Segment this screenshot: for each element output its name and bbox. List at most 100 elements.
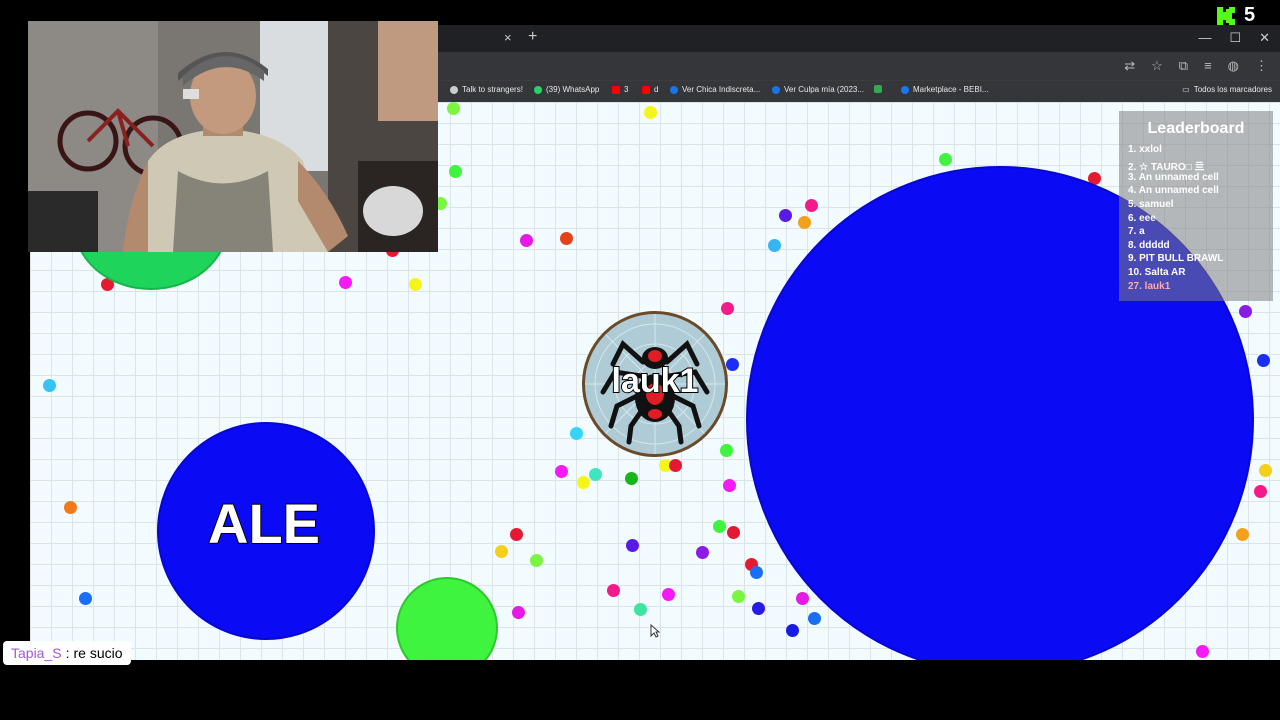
food-pellet [779,209,792,222]
food-pellet [1239,305,1252,318]
whatsapp-icon [534,85,542,94]
leaderboard-self-entry: 27. lauk1 [1128,281,1171,292]
food-pellet [1259,464,1272,477]
bookmarks-bar: Talk to strangers! (39) WhatsApp 3 d Ver… [438,80,1280,103]
chat-message: Tapia_S : re sucio [3,641,131,665]
food-pellet [520,234,533,247]
leaderboard-entry: 3. An unnamed cell [1128,172,1219,183]
leaderboard: Leaderboard 1. xxlol 2. ☆ TAURO□ 亖 3. An… [1119,111,1273,301]
food-pellet [64,501,77,514]
food-pellet [727,526,740,539]
leaderboard-entry: 10. Salta AR [1128,267,1186,278]
food-pellet [750,566,763,579]
webcam-image [28,21,438,252]
food-pellet [449,165,462,178]
maximize-button[interactable]: ☐ [1229,30,1241,46]
food-pellet [339,276,352,289]
chat-username: Tapia_S [11,645,62,661]
all-bookmarks-folder[interactable]: ▭ Todos los marcadores [1182,85,1272,94]
food-pellet [723,479,736,492]
leaderboard-entry: 1. xxlol [1128,144,1162,155]
food-pellet [607,584,620,597]
site-icon [772,85,780,94]
food-pellet [447,102,460,115]
food-pellet [1257,354,1270,367]
bookmark-item[interactable]: d [642,85,658,94]
bookmark-item[interactable]: Marketplace - BEBI... [901,85,989,94]
webcam-overlay [28,21,438,252]
tab-close-button[interactable]: × [504,30,512,45]
food-pellet [939,153,952,166]
menu-icon[interactable]: ⋮ [1255,58,1268,74]
new-tab-button[interactable]: + [528,28,537,46]
browser-tab-strip [438,25,1280,52]
bookmark-item[interactable]: (39) WhatsApp [534,85,599,94]
extensions-icon[interactable]: ⧉ [1179,58,1188,74]
window-controls: — ☐ ✕ [1198,30,1270,46]
chat-separator: : [65,645,70,661]
food-pellet [495,545,508,558]
profile-icon[interactable]: ◍ [1228,58,1239,74]
leaderboard-entry: 4. An unnamed cell [1128,185,1219,196]
food-pellet [512,606,525,619]
cell-name-lauk1: lauk1 [611,361,700,401]
minimize-button[interactable]: — [1198,30,1211,46]
bookmark-item[interactable]: 3 [612,85,628,94]
food-pellet [662,588,675,601]
leaderboard-entry: 5. samuel [1128,199,1174,210]
food-pellet [530,554,543,567]
food-pellet [696,546,709,559]
leaderboard-entry: 9. PIT BULL BRAWL [1128,253,1224,264]
cell-name-ale: ALE [207,492,321,555]
food-pellet [570,427,583,440]
toolbar-icons: ⇄ ☆ ⧉ ≡ ◍ ⋮ [1124,58,1268,74]
food-pellet [79,592,92,605]
food-pellet [669,459,682,472]
food-pellet [796,592,809,605]
folder-icon: ▭ [1182,85,1190,94]
food-pellet [1236,528,1249,541]
kick-logo-icon [1217,6,1235,25]
leaderboard-title: Leaderboard [1147,120,1245,137]
globe-icon [450,85,458,94]
facebook-icon [901,85,909,94]
food-pellet [768,239,781,252]
food-pellet [409,278,422,291]
viewer-count: 5 [1244,4,1256,26]
mouse-cursor-icon [650,624,660,638]
leaderboard-entry: 6. eee [1128,213,1156,224]
food-pellet [798,216,811,229]
food-pellet [752,602,765,615]
leaderboard-entry: 8. ddddd [1128,240,1170,251]
star-icon[interactable]: ☆ [1151,58,1163,74]
food-pellet [786,624,799,637]
food-pellet [805,199,818,212]
media-icon[interactable]: ≡ [1204,58,1212,74]
food-pellet [577,476,590,489]
enemy-cell-green-small [396,577,498,660]
leaderboard-entry: 2. ☆ TAURO□ 亖 [1128,162,1205,173]
food-pellet [1196,645,1209,658]
leaderboard-entry: 7. a [1128,226,1145,237]
chat-text: re sucio [73,645,123,661]
food-pellet [555,465,568,478]
site-icon [874,85,882,93]
food-pellet [589,468,602,481]
site-icon [670,85,678,94]
food-pellet [713,520,726,533]
bookmark-item[interactable]: Ver Chica Indiscreta... [670,85,760,94]
food-pellet [43,379,56,392]
kick-viewer-count: 5 [1216,4,1255,27]
food-pellet [626,539,639,552]
food-pellet [625,472,638,485]
food-pellet [510,528,523,541]
bookmark-item[interactable] [874,85,886,93]
bookmark-item[interactable]: Ver Culpa mía (2023... [772,85,864,94]
youtube-icon [642,85,650,94]
translate-icon[interactable]: ⇄ [1124,58,1135,74]
bookmark-item[interactable]: Talk to strangers! [450,85,523,94]
close-window-button[interactable]: ✕ [1259,30,1270,46]
food-pellet [560,232,573,245]
food-pellet [1254,485,1267,498]
food-pellet [808,612,821,625]
